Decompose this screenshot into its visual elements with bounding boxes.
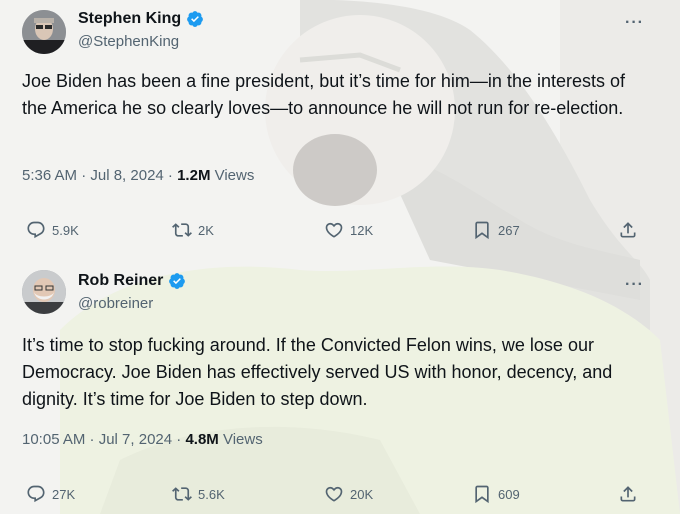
timestamp[interactable]: 5:36 AM · Jul 8, 2024 ·	[22, 167, 177, 184]
bookmark-icon	[475, 485, 489, 504]
like-button[interactable]: 20K	[324, 484, 373, 504]
verified-badge-icon	[169, 273, 186, 289]
bookmark-count: 267	[498, 222, 520, 238]
action-bar: 5.9K 2K 12K 267	[22, 220, 652, 244]
tweet-text: It’s time to stop fucking around. If the…	[22, 335, 613, 409]
bookmark-button[interactable]: 267	[472, 220, 520, 240]
tweet-meta: 5:36 AM · Jul 8, 2024 · 1.2M Views	[22, 167, 254, 184]
repost-button[interactable]: 2K	[172, 220, 214, 240]
repost-icon	[172, 223, 192, 237]
author-row: Stephen King	[78, 10, 204, 28]
reply-button[interactable]: 27K	[26, 484, 75, 504]
share-icon	[620, 486, 636, 502]
tweet-meta: 10:05 AM · Jul 7, 2024 · 4.8M Views	[22, 431, 263, 448]
avatar[interactable]	[22, 270, 66, 314]
repost-icon	[172, 487, 192, 501]
more-options-icon[interactable]: ···	[625, 276, 644, 294]
verified-badge-icon	[187, 11, 203, 27]
share-button[interactable]	[618, 220, 638, 240]
display-name[interactable]: Rob Reiner	[78, 272, 163, 290]
heart-icon	[325, 486, 343, 502]
view-count: 4.8M	[185, 431, 219, 448]
views-label: Views	[210, 167, 255, 184]
like-count: 12K	[350, 222, 374, 238]
repost-count: 5.6K	[198, 486, 225, 502]
reply-icon	[27, 221, 45, 239]
reply-icon	[27, 485, 45, 503]
bookmark-button[interactable]: 609	[472, 484, 520, 504]
avatar[interactable]	[22, 10, 66, 54]
reply-button[interactable]: 5.9K	[26, 220, 79, 240]
author-row: Rob Reiner	[78, 272, 186, 290]
tweet-rob-reiner: Rob Reiner @robreiner ··· It’s time to s…	[0, 262, 680, 514]
repost-button[interactable]: 5.6K	[172, 484, 225, 504]
share-icon	[620, 222, 636, 238]
tweet-stephen-king: Stephen King @StephenKing ··· Joe Biden …	[0, 0, 680, 260]
display-name[interactable]: Stephen King	[78, 10, 181, 28]
like-count: 20K	[350, 486, 374, 502]
like-button[interactable]: 12K	[324, 220, 373, 240]
share-button[interactable]	[618, 484, 638, 504]
handle[interactable]: @robreiner	[78, 295, 153, 312]
handle[interactable]: @StephenKing	[78, 33, 179, 50]
view-count: 1.2M	[177, 167, 211, 184]
bookmark-icon	[475, 221, 489, 240]
views-label: Views	[218, 431, 263, 448]
heart-icon	[325, 222, 343, 238]
reply-count: 27K	[52, 486, 76, 502]
bookmark-count: 609	[498, 486, 520, 502]
reply-count: 5.9K	[52, 222, 79, 238]
repost-count: 2K	[198, 222, 214, 238]
tweet-text: Joe Biden has been a fine president, but…	[22, 71, 625, 118]
timestamp[interactable]: 10:05 AM · Jul 7, 2024 ·	[22, 431, 185, 448]
action-bar: 27K 5.6K 20K 609	[22, 484, 652, 508]
more-options-icon[interactable]: ···	[625, 14, 644, 32]
